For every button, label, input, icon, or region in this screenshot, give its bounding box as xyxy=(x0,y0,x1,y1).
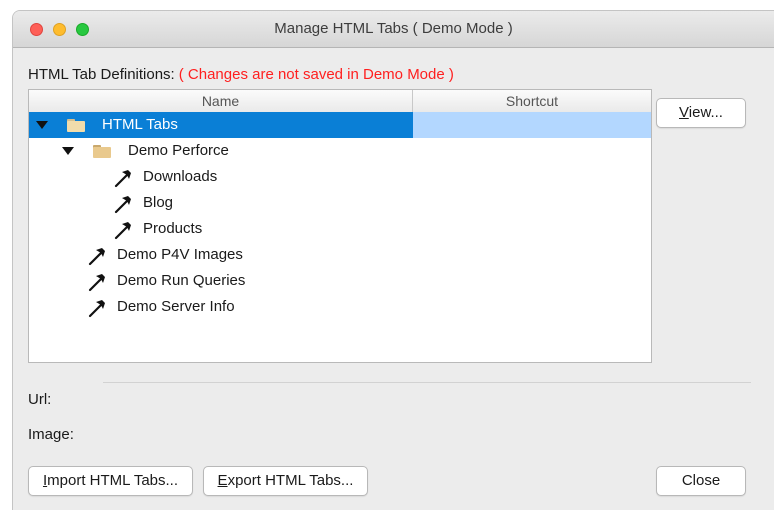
tree-row-label: Demo Perforce xyxy=(128,142,229,159)
name-cell: Blog xyxy=(29,190,413,216)
tree-row-label: Downloads xyxy=(143,168,218,185)
name-cell: Demo Perforce xyxy=(29,138,413,164)
export-html-tabs-button[interactable]: Export HTML Tabs... xyxy=(203,466,368,496)
name-cell: Demo Server Info xyxy=(29,294,413,320)
tree-row-label: Blog xyxy=(143,194,174,211)
tree-row-label: Demo P4V Images xyxy=(117,246,243,263)
folder-icon xyxy=(93,145,111,158)
divider xyxy=(103,382,751,383)
tree-row-label: Demo Server Info xyxy=(117,298,235,315)
name-cell: Demo P4V Images xyxy=(29,242,413,268)
title-bar: Manage HTML Tabs ( Demo Mode ) xyxy=(13,11,774,48)
name-cell: Products xyxy=(29,216,413,242)
view-label: iew... xyxy=(688,104,723,121)
shortcut-cell xyxy=(413,242,651,268)
shortcut-cell xyxy=(413,216,651,242)
name-cell: HTML Tabs xyxy=(29,112,413,138)
export-mnemonic: E xyxy=(217,472,228,489)
shortcut-cell xyxy=(413,164,651,190)
shortcut-cell xyxy=(413,138,651,164)
hammer-icon xyxy=(88,248,105,266)
tree-row-demo-server-info[interactable]: Demo Server Info xyxy=(29,294,651,320)
hammer-icon xyxy=(114,170,131,188)
definitions-label: HTML Tab Definitions: xyxy=(28,66,175,83)
url-label: Url: xyxy=(28,391,52,408)
hammer-icon xyxy=(88,274,105,292)
tree-row-label: HTML Tabs xyxy=(102,116,178,133)
tree-row-products[interactable]: Products xyxy=(29,216,651,242)
tree-row-demo-run-queries[interactable]: Demo Run Queries xyxy=(29,268,651,294)
tree-row-label: Demo Run Queries xyxy=(117,272,246,289)
disclosure-expanded-icon[interactable] xyxy=(62,147,74,155)
export-label: xport HTML Tabs... xyxy=(227,472,354,489)
window-title: Manage HTML Tabs ( Demo Mode ) xyxy=(274,20,513,37)
manage-html-tabs-dialog: Manage HTML Tabs ( Demo Mode ) HTML Tab … xyxy=(12,10,774,510)
shortcut-cell xyxy=(413,190,651,216)
tree-row-demo-perforce[interactable]: Demo Perforce xyxy=(29,138,651,164)
tree-row-demo-p4v-images[interactable]: Demo P4V Images xyxy=(29,242,651,268)
close-button[interactable]: Close xyxy=(656,466,746,496)
name-cell: Downloads xyxy=(29,164,413,190)
tree-row-downloads[interactable]: Downloads xyxy=(29,164,651,190)
html-tabs-tree[interactable]: Name Shortcut HTML Tabs Demo Perforce Do… xyxy=(28,89,652,363)
hammer-icon xyxy=(114,196,131,214)
view-mnemonic: V xyxy=(679,104,689,121)
hammer-icon xyxy=(88,300,105,318)
tree-row-label: Products xyxy=(143,220,203,237)
column-header-name[interactable]: Name xyxy=(29,90,413,112)
tree-header: Name Shortcut xyxy=(29,90,651,113)
demo-mode-warning: ( Changes are not saved in Demo Mode ) xyxy=(178,66,454,83)
import-label: mport HTML Tabs... xyxy=(47,472,179,489)
column-header-shortcut[interactable]: Shortcut xyxy=(413,90,651,112)
definitions-heading: HTML Tab Definitions:( Changes are not s… xyxy=(28,66,454,83)
shortcut-cell xyxy=(413,112,651,138)
image-label: Image: xyxy=(28,426,74,443)
shortcut-cell xyxy=(413,294,651,320)
tree-row-html-tabs[interactable]: HTML Tabs xyxy=(29,112,651,138)
hammer-icon xyxy=(114,222,131,240)
import-html-tabs-button[interactable]: Import HTML Tabs... xyxy=(28,466,193,496)
view-button[interactable]: View... xyxy=(656,98,746,128)
name-cell: Demo Run Queries xyxy=(29,268,413,294)
folder-icon xyxy=(67,119,85,132)
disclosure-expanded-icon[interactable] xyxy=(36,121,48,129)
shortcut-cell xyxy=(413,268,651,294)
tree-row-blog[interactable]: Blog xyxy=(29,190,651,216)
